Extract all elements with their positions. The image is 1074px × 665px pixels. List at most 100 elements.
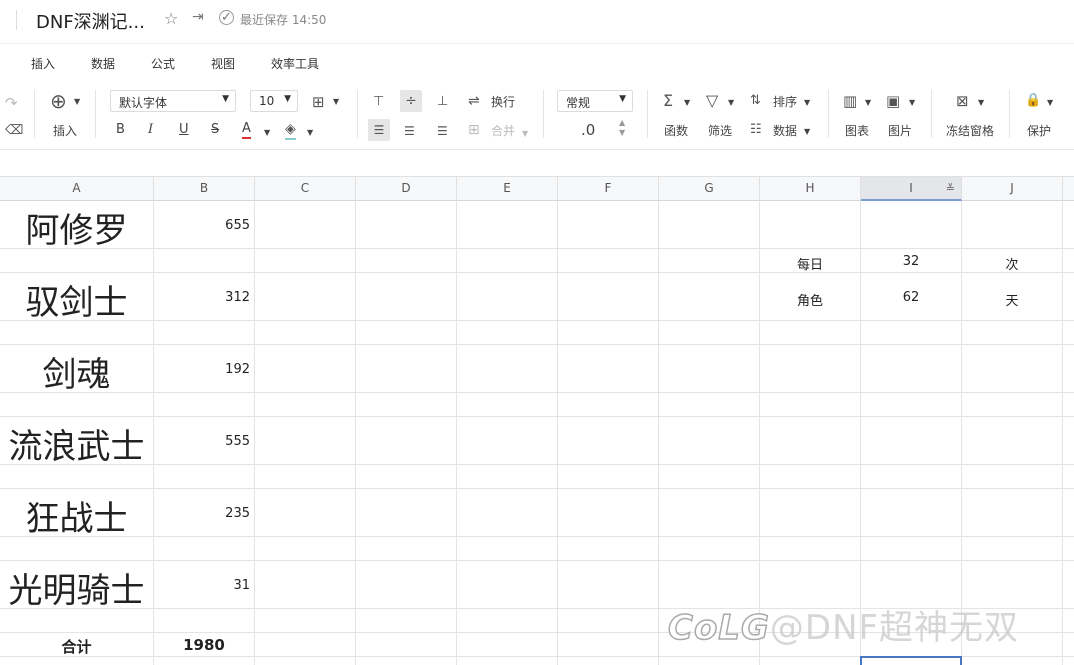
eraser-icon[interactable]: ⌫ <box>5 122 23 140</box>
chevron-down-icon[interactable]: ▼ <box>1047 95 1053 111</box>
star-icon[interactable]: ☆ <box>164 9 178 28</box>
filter-icon[interactable]: ▽ <box>706 92 718 110</box>
wrap-text-icon[interactable]: ⇌ <box>468 92 480 110</box>
cell-daily-unit[interactable]: 次 <box>962 254 1062 273</box>
chevron-down-icon[interactable]: ▼ <box>333 94 339 110</box>
cell-role-label[interactable]: 角色 <box>760 290 860 309</box>
column-header-e[interactable]: E <box>457 177 558 201</box>
cell-total-value[interactable]: 1980 <box>154 636 254 654</box>
cell-character-name[interactable]: 阿修罗 <box>0 203 153 252</box>
align-right-icon[interactable]: ☰ <box>437 122 448 140</box>
lock-icon[interactable]: 🔒 <box>1025 92 1041 110</box>
chevron-down-icon[interactable]: ▼ <box>804 95 810 111</box>
chevron-down-icon[interactable]: ▼ <box>804 124 810 140</box>
column-header-h[interactable]: H <box>760 177 861 201</box>
move-to-folder-icon[interactable]: ⇥ <box>192 9 204 25</box>
column-menu-icon[interactable]: ≚ <box>946 177 955 200</box>
bold-button[interactable]: B <box>116 122 125 138</box>
align-top-icon[interactable]: ⊤ <box>373 93 384 111</box>
cell-character-name[interactable]: 流浪武士 <box>0 419 153 468</box>
border-icon[interactable]: ⊞ <box>312 93 325 111</box>
toolbar-divider <box>95 90 96 138</box>
chart-icon[interactable]: ▥ <box>843 92 857 110</box>
column-header-c[interactable]: C <box>255 177 356 201</box>
cell-character-value[interactable]: 655 <box>154 218 250 233</box>
redo-icon[interactable]: ↷ <box>5 94 18 112</box>
number-format-select[interactable]: 常规 ▼ <box>557 90 633 112</box>
chevron-down-icon[interactable]: ▼ <box>307 125 313 141</box>
align-left-icon[interactable]: ☰ <box>368 119 390 141</box>
tab-insert[interactable]: 插入 <box>31 55 55 72</box>
insert-button-label[interactable]: 插入 <box>53 123 77 139</box>
selected-cell-outline[interactable] <box>860 656 962 665</box>
cell-character-value[interactable]: 31 <box>154 578 250 593</box>
image-icon[interactable]: ▣ <box>886 92 900 110</box>
protect-label[interactable]: 保护 <box>1027 123 1051 139</box>
chevron-down-icon[interactable]: ▼ <box>74 94 80 110</box>
tab-data[interactable]: 数据 <box>91 55 115 72</box>
chevron-down-icon[interactable]: ▼ <box>684 95 690 111</box>
formula-bar-row[interactable] <box>0 150 1074 177</box>
cell-character-name[interactable]: 光明骑士 <box>0 563 153 612</box>
align-center-icon[interactable]: ☰ <box>404 122 415 140</box>
cell-role-unit[interactable]: 天 <box>962 290 1062 309</box>
align-middle-icon[interactable]: ÷ <box>400 90 422 112</box>
cell-character-name[interactable]: 狂战士 <box>0 491 153 540</box>
chevron-down-icon[interactable]: ▼ <box>264 125 270 141</box>
cell-character-value[interactable]: 312 <box>154 290 250 305</box>
merge-cells-label[interactable]: 合并 <box>491 123 515 139</box>
cell-character-name[interactable]: 驭剑士 <box>0 275 153 324</box>
column-header-d[interactable]: D <box>356 177 457 201</box>
tab-formula[interactable]: 公式 <box>151 55 175 72</box>
chart-label[interactable]: 图表 <box>845 123 869 139</box>
chevron-down-icon[interactable]: ▼ <box>522 126 528 142</box>
column-header-a[interactable]: A <box>0 177 154 201</box>
column-header-b[interactable]: B <box>154 177 255 201</box>
tab-view[interactable]: 视图 <box>211 55 235 72</box>
underline-button[interactable]: U <box>179 122 189 138</box>
cell-character-name[interactable]: 剑魂 <box>0 347 153 396</box>
chevron-down-icon[interactable]: ▼ <box>728 95 734 111</box>
freeze-panes-label[interactable]: 冻结窗格 <box>946 123 994 139</box>
function-label[interactable]: 函数 <box>664 123 688 139</box>
column-header-f[interactable]: F <box>558 177 659 201</box>
decimal-stepper[interactable]: ▲ ▼ <box>619 118 625 138</box>
cell-character-value[interactable]: 192 <box>154 362 250 377</box>
cell-character-value[interactable]: 555 <box>154 434 250 449</box>
column-header-i[interactable]: I ≚ <box>861 177 962 201</box>
strikethrough-button[interactable]: S <box>211 122 219 138</box>
function-icon[interactable]: Σ <box>663 92 673 110</box>
image-label[interactable]: 图片 <box>888 123 912 139</box>
sort-label[interactable]: 排序 <box>773 94 797 110</box>
sort-icon[interactable]: ⇅ <box>750 92 761 110</box>
document-title[interactable]: DNF深渊记... <box>36 8 145 34</box>
italic-button[interactable]: I <box>148 122 153 138</box>
column-header-g[interactable]: G <box>659 177 760 201</box>
spreadsheet-grid[interactable]: A B C D E F G H I ≚ J 阿修罗 655 驭剑士 312 剑魂… <box>0 150 1074 665</box>
tab-efficiency-tools[interactable]: 效率工具 <box>271 55 319 72</box>
cell-role-value[interactable]: 62 <box>861 290 961 305</box>
data-tools-label[interactable]: 数据 <box>773 123 797 139</box>
align-bottom-icon[interactable]: ⊥ <box>437 93 448 111</box>
column-header-j[interactable]: J <box>962 177 1063 201</box>
fill-color-icon[interactable]: ◈ <box>285 120 296 140</box>
font-family-select[interactable]: 默认字体 ▼ <box>110 90 236 112</box>
cell-character-value[interactable]: 235 <box>154 506 250 521</box>
filter-label[interactable]: 筛选 <box>708 123 732 139</box>
insert-icon[interactable]: ⊕ <box>50 91 67 111</box>
cell-daily-label[interactable]: 每日 <box>760 254 860 273</box>
column-header-k[interactable] <box>1063 177 1074 201</box>
gridline <box>0 392 1074 393</box>
chevron-down-icon[interactable]: ▼ <box>865 95 871 111</box>
font-family-value: 默认字体 <box>119 96 168 110</box>
chevron-down-icon[interactable]: ▼ <box>909 95 915 111</box>
data-tools-icon[interactable]: ☷ <box>750 121 762 139</box>
chevron-down-icon[interactable]: ▼ <box>978 95 984 111</box>
merge-cells-icon[interactable]: ⊞ <box>468 121 480 139</box>
freeze-panes-icon[interactable]: ⊠ <box>956 92 969 110</box>
font-size-select[interactable]: 10 ▼ <box>250 90 298 112</box>
cell-total-label[interactable]: 合计 <box>0 636 153 657</box>
wrap-text-label[interactable]: 换行 <box>491 94 515 110</box>
cell-daily-value[interactable]: 32 <box>861 254 961 269</box>
font-color-button[interactable]: A <box>242 121 251 139</box>
